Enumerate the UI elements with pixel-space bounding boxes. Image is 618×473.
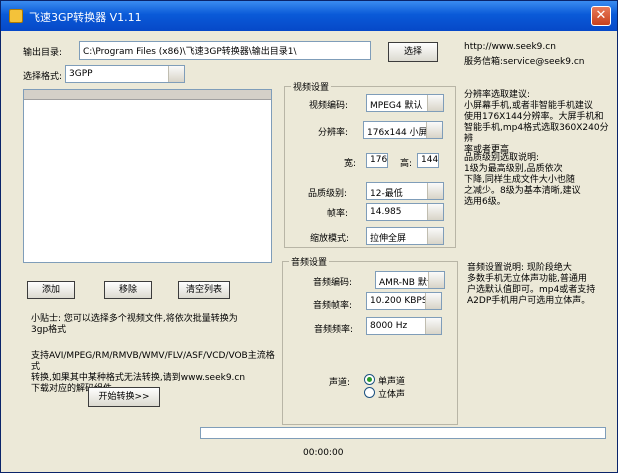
channel-label: 声道: bbox=[329, 378, 351, 388]
video-codec-value: MPEG4 默认 bbox=[370, 101, 423, 111]
audio-bitrate-value: 10.200 KBPS bbox=[370, 296, 428, 306]
height-label: 高: bbox=[400, 159, 413, 169]
file-list-header bbox=[24, 90, 271, 100]
zoom-mode-value: 拉伸全屏 bbox=[370, 234, 407, 244]
audio-samplerate-value: 8000 Hz bbox=[370, 321, 408, 331]
remove-button[interactable]: 移除 bbox=[104, 281, 152, 299]
chevron-down-icon bbox=[428, 272, 444, 288]
title-bar[interactable]: 飞速3GP转换器 V1.11 ✕ bbox=[1, 1, 617, 31]
chevron-down-icon bbox=[425, 293, 441, 309]
resolution-label: 分辨率: bbox=[318, 128, 349, 138]
video-codec-select[interactable]: MPEG4 默认 bbox=[366, 94, 444, 112]
output-dir-label: 输出目录: bbox=[23, 48, 63, 58]
chevron-down-icon bbox=[427, 204, 443, 220]
quality-value: 12-最低 bbox=[370, 189, 403, 199]
quality-label: 品质级别: bbox=[308, 189, 348, 199]
format-label: 选择格式: bbox=[23, 72, 63, 82]
resolution-tip: 分辨率选取建议: 小屏幕手机,或者非智能手机建议 使用176X144分辨率。大屏… bbox=[464, 90, 609, 155]
hint-text: 小贴士: 您可以选择多个视频文件,将依次批量转换为 3gp格式 bbox=[31, 314, 238, 335]
resolution-select[interactable]: 176x144 小屏 bbox=[363, 121, 443, 139]
email-text: 服务信箱:service@seek9.cn bbox=[464, 57, 585, 67]
output-dir-input[interactable]: C:\Program Files (x86)\飞速3GP转换器\输出目录1\ bbox=[79, 41, 371, 60]
window-title: 飞速3GP转换器 V1.11 bbox=[29, 11, 142, 24]
zoom-mode-select[interactable]: 拉伸全屏 bbox=[366, 227, 444, 245]
format-value: 3GPP bbox=[69, 69, 93, 79]
width-label: 宽: bbox=[344, 159, 357, 169]
mono-radio-label[interactable]: 单声道 bbox=[378, 374, 405, 387]
chevron-down-icon bbox=[427, 228, 443, 244]
zoom-mode-label: 缩放模式: bbox=[310, 234, 350, 244]
chevron-down-icon bbox=[425, 318, 441, 334]
audio-samplerate-select[interactable]: 8000 Hz bbox=[366, 317, 442, 335]
progress-bar bbox=[200, 427, 606, 439]
chevron-down-icon bbox=[427, 183, 443, 199]
chevron-down-icon bbox=[168, 66, 184, 82]
audio-tip: 音频设置说明: 现阶段绝大 多数手机无立体声功能,普通用 户选默认值即可。mp4… bbox=[467, 263, 596, 306]
add-button[interactable]: 添加 bbox=[27, 281, 75, 299]
stereo-radio-label[interactable]: 立体声 bbox=[378, 387, 405, 400]
resolution-value: 176x144 小屏 bbox=[367, 128, 428, 138]
chevron-down-icon bbox=[426, 122, 442, 138]
clear-list-button[interactable]: 清空列表 bbox=[178, 281, 230, 299]
file-list[interactable] bbox=[23, 89, 272, 263]
quality-tip: 品质级别选取说明: 1级为最高级别,品质依次 下降,同样生成文件大小也随 之减少… bbox=[464, 153, 581, 207]
format-select[interactable]: 3GPP bbox=[65, 65, 185, 83]
audio-codec-label: 音频编码: bbox=[313, 278, 353, 288]
audio-bitrate-select[interactable]: 10.200 KBPS bbox=[366, 292, 442, 310]
mono-radio[interactable] bbox=[364, 374, 375, 385]
width-input[interactable]: 176 bbox=[366, 153, 388, 168]
app-window: 飞速3GP转换器 V1.11 ✕ 输出目录: C:\Program Files … bbox=[0, 0, 618, 473]
browse-button[interactable]: 选择 bbox=[388, 42, 438, 62]
app-icon bbox=[9, 9, 23, 23]
audio-codec-select[interactable]: AMR-NB 默认 bbox=[375, 271, 445, 289]
elapsed-time: 00:00:00 bbox=[303, 448, 344, 458]
website-text: http://www.seek9.cn bbox=[464, 42, 556, 52]
video-group-title: 视频设置 bbox=[291, 80, 332, 93]
framerate-select[interactable]: 14.985 bbox=[366, 203, 444, 221]
start-convert-button[interactable]: 开始转换>> bbox=[88, 387, 160, 407]
stereo-radio[interactable] bbox=[364, 387, 375, 398]
audio-bitrate-label: 音频帧率: bbox=[313, 301, 353, 311]
video-codec-label: 视频编码: bbox=[309, 101, 349, 111]
framerate-label: 帧率: bbox=[327, 209, 349, 219]
audio-group-title: 音频设置 bbox=[289, 255, 330, 268]
audio-samplerate-label: 音频频率: bbox=[314, 325, 354, 335]
quality-select[interactable]: 12-最低 bbox=[366, 182, 444, 200]
close-button[interactable]: ✕ bbox=[591, 6, 611, 26]
height-input[interactable]: 144 bbox=[417, 153, 439, 168]
chevron-down-icon bbox=[427, 95, 443, 111]
framerate-value: 14.985 bbox=[370, 207, 402, 217]
